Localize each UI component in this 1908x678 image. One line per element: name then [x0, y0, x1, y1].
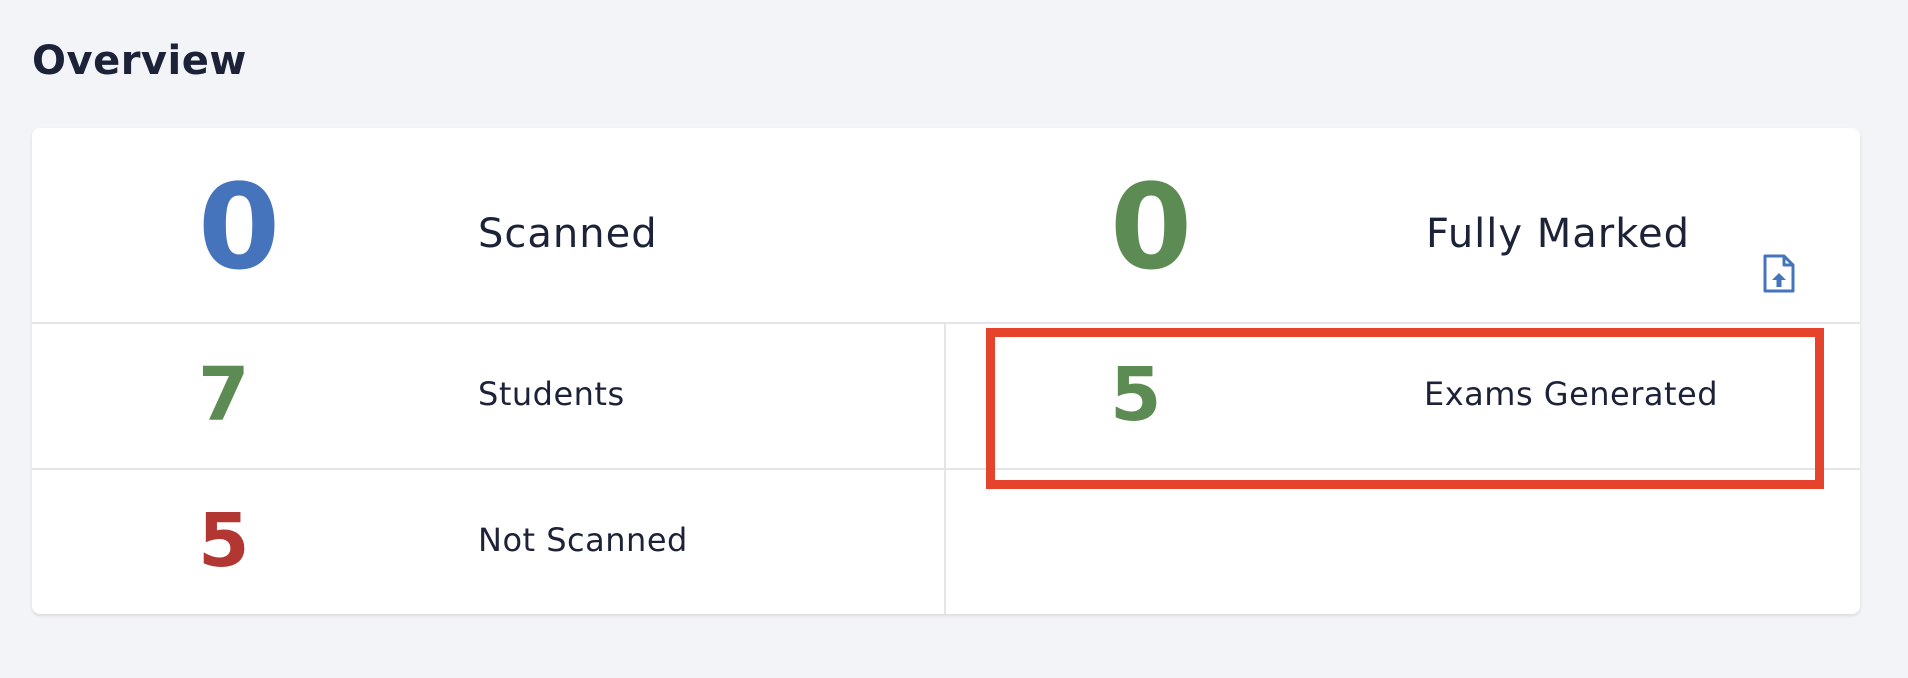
students-label: Students — [478, 375, 625, 413]
file-upload-icon[interactable] — [1762, 254, 1796, 294]
fully-marked-count: 0 — [1110, 158, 1193, 296]
page-title: Overview — [32, 38, 247, 84]
exams-generated-count: 5 — [1110, 352, 1162, 438]
scanned-count: 0 — [198, 158, 281, 296]
students-count: 7 — [198, 352, 250, 438]
stat-fully-marked: 0 Fully Marked — [946, 128, 1860, 322]
not-scanned-label: Not Scanned — [478, 521, 688, 559]
stat-exams-generated[interactable]: 5 Exams Generated — [946, 322, 1860, 468]
stats-row-middle: 7 Students 5 Exams Generated — [32, 322, 1860, 470]
fully-marked-label: Fully Marked — [1426, 211, 1690, 257]
not-scanned-count: 5 — [198, 498, 250, 584]
empty-cell — [946, 468, 1860, 614]
exams-generated-label: Exams Generated — [1424, 375, 1719, 413]
scanned-label: Scanned — [478, 211, 658, 257]
stats-row-top: 0 Scanned 0 Fully Marked — [32, 128, 1860, 324]
stats-row-bottom: 5 Not Scanned — [32, 468, 1860, 614]
overview-card: 0 Scanned 0 Fully Marked 7 Students 5 Ex… — [32, 128, 1860, 614]
stat-scanned: 0 Scanned — [32, 128, 946, 322]
stat-students[interactable]: 7 Students — [32, 322, 946, 468]
stat-not-scanned[interactable]: 5 Not Scanned — [32, 468, 946, 614]
